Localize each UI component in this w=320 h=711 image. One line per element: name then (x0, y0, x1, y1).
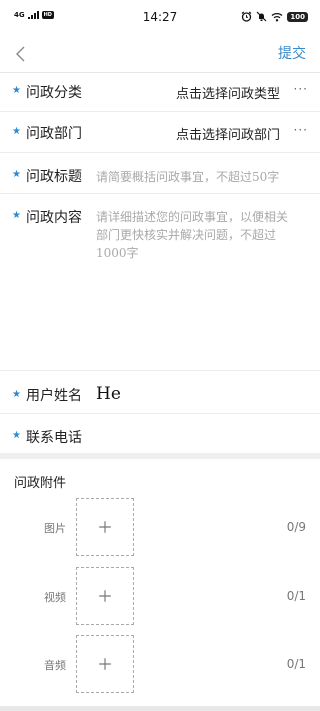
user-name-row: ★ 用户姓名 He (0, 371, 320, 414)
page: 4G HD 14:27 100 提交 ★ 问政分类 点击选择问政类型 ··· ★… (0, 0, 320, 711)
image-count: 0/9 (286, 520, 306, 534)
content-row: ★ 问政内容 请详细描述您的问政事宜，以便相关部门更快核实并解决问题，不超过10… (0, 194, 320, 371)
plus-icon (99, 590, 111, 602)
department-label: 问政部门 (26, 126, 82, 142)
plus-icon (99, 658, 111, 670)
bottom-bar (0, 706, 320, 711)
title-row: ★ 问政标题 请简要概括问政事宜，不超过50字 (0, 153, 320, 194)
phone-input[interactable] (96, 422, 306, 448)
category-label: 问政分类 (26, 85, 82, 101)
title-label: 问政标题 (26, 169, 82, 185)
required-star-icon: ★ (12, 126, 21, 137)
back-arrow-icon[interactable] (10, 42, 34, 66)
content-textarea[interactable]: 请详细描述您的问政事宜，以便相关部门更快核实并解决问题，不超过1000字 (96, 208, 298, 358)
required-star-icon: ★ (12, 389, 21, 400)
submit-button[interactable]: 提交 (278, 43, 306, 63)
content-label: 问政内容 (26, 210, 82, 226)
phone-row: ★ 联系电话 (0, 414, 320, 453)
audio-attachment-label: 音频 (44, 659, 66, 672)
department-row[interactable]: ★ 问政部门 点击选择问政部门 ··· (0, 112, 320, 153)
video-attachment-label: 视频 (44, 591, 66, 604)
mute-icon (256, 11, 267, 22)
required-star-icon: ★ (12, 210, 21, 221)
user-name-input[interactable]: He (96, 384, 121, 404)
status-right: 100 (241, 11, 308, 22)
required-star-icon: ★ (12, 169, 21, 180)
more-icon[interactable]: ··· (294, 123, 308, 137)
battery-icon: 100 (287, 11, 308, 22)
audio-upload-button[interactable] (76, 635, 134, 693)
video-upload-button[interactable] (76, 567, 134, 625)
category-row[interactable]: ★ 问政分类 点击选择问政类型 ··· (0, 73, 320, 112)
status-bar: 4G HD 14:27 100 (0, 0, 320, 36)
attachments-title: 问政附件 (14, 476, 67, 491)
wifi-icon (271, 12, 283, 21)
alarm-icon (241, 11, 252, 22)
category-select[interactable]: 点击选择问政类型 (176, 83, 280, 102)
audio-count: 0/1 (286, 657, 306, 671)
plus-icon (99, 521, 111, 533)
image-attachment-label: 图片 (44, 522, 66, 535)
more-icon[interactable]: ··· (294, 82, 308, 96)
required-star-icon: ★ (12, 430, 21, 441)
user-name-label: 用户姓名 (26, 388, 82, 404)
section-divider (0, 453, 320, 459)
department-select[interactable]: 点击选择问政部门 (176, 124, 280, 143)
video-count: 0/1 (286, 589, 306, 603)
nav-bar: 提交 (0, 36, 320, 73)
title-input[interactable]: 请简要概括问政事宜，不超过50字 (96, 168, 298, 186)
required-star-icon: ★ (12, 85, 21, 96)
phone-label: 联系电话 (26, 430, 82, 446)
image-upload-button[interactable] (76, 498, 134, 556)
